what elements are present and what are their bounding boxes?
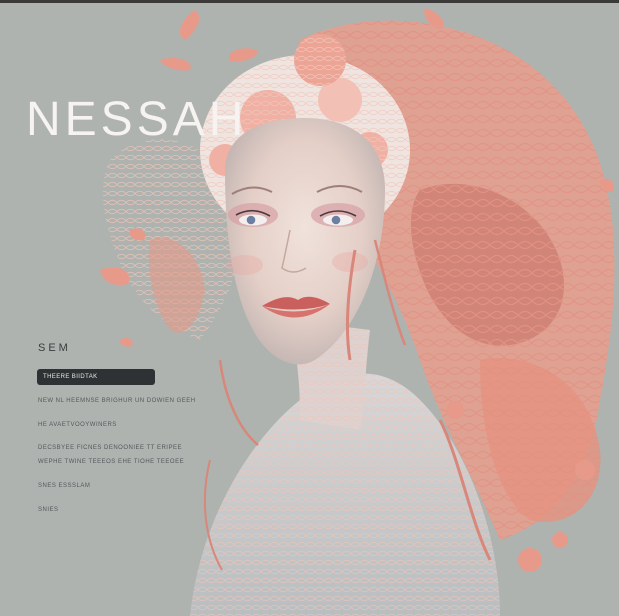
cta-button[interactable]: THEERE BIIDTAK (37, 369, 155, 385)
face (225, 118, 385, 365)
menu-item[interactable]: NEW NL HEEMNSE BRIGHUR UN DOWIEN GEEH (38, 398, 196, 404)
section-heading: SEM (38, 342, 71, 354)
brand-title: NESSAH (26, 93, 248, 146)
menu-item[interactable]: SNES ESSSLAM (38, 483, 90, 489)
menu-item[interactable]: HE AVAETVOOYWINERS (38, 422, 117, 428)
menu-item[interactable]: DECSBYEE FICNES DENOONIEE TT ERIPEE (38, 445, 182, 451)
menu-item[interactable]: SNIES (38, 507, 59, 513)
menu-item[interactable]: WEPHE TWINE TEEEOS EHE TIOHE TEEOEE (38, 459, 184, 465)
